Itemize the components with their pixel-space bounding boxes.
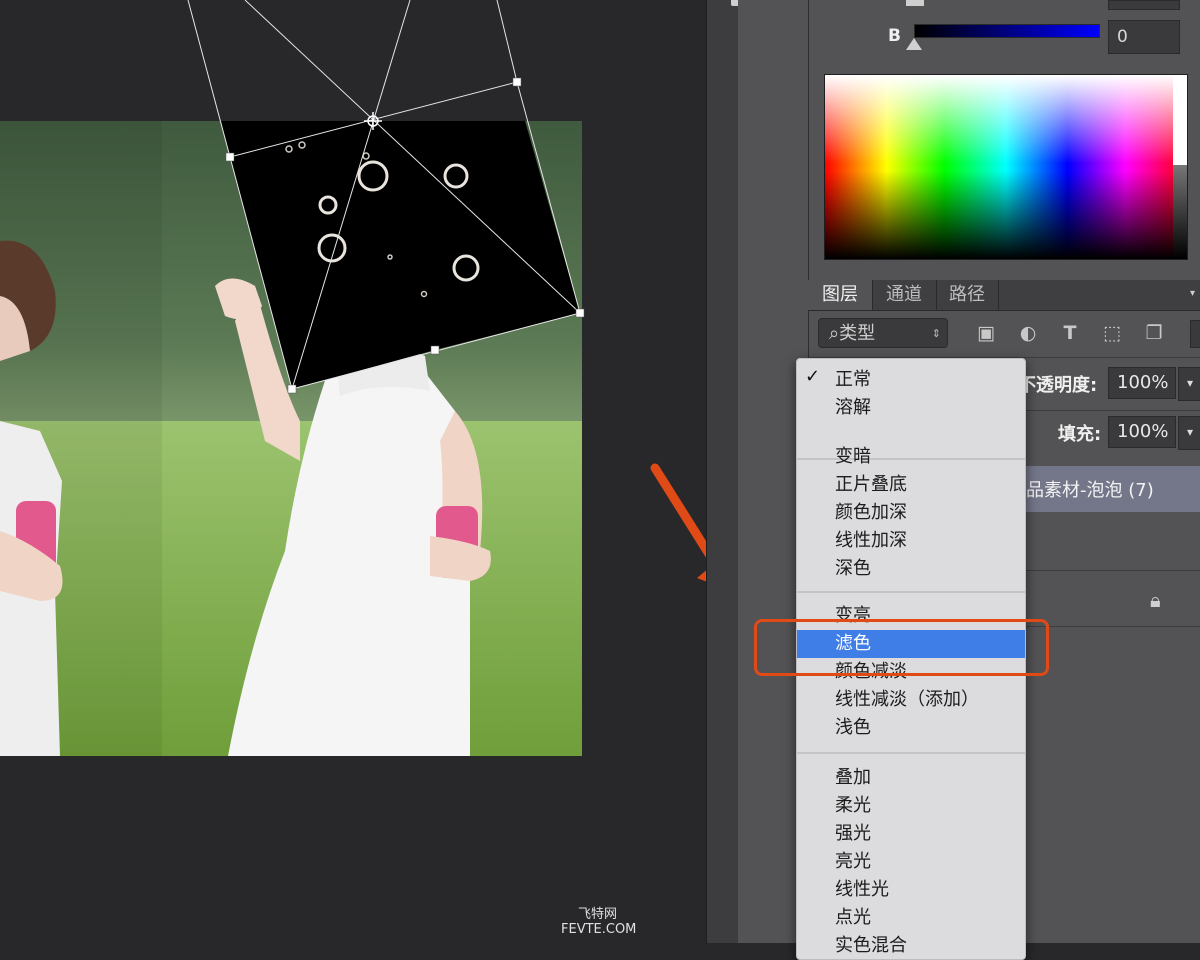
menu-item-darker-color[interactable]: 深色 [797, 555, 1025, 583]
menu-item-multiply[interactable]: 正片叠底 [797, 471, 1025, 499]
transform-overlay[interactable] [0, 0, 706, 943]
menu-item-linear-light[interactable]: 线性光 [797, 876, 1025, 904]
blue-value-field[interactable]: 0 [1108, 20, 1180, 54]
fill-field[interactable]: 100% [1108, 416, 1176, 448]
tab-layers[interactable]: 图层 [808, 280, 873, 310]
menu-item-linear-dodge[interactable]: 线性减淡（添加） [797, 686, 1025, 714]
transform-handle [575, 308, 585, 318]
transform-handle [225, 152, 235, 162]
lock-icon: 🔒︎ [1150, 588, 1161, 612]
menu-separator [797, 591, 1025, 593]
smart-object-filter-icon[interactable]: ❐ [1142, 322, 1166, 344]
bubble-layer [221, 121, 580, 389]
annotation-highlight-box [754, 619, 1049, 676]
fill-label: 填充: [1058, 424, 1102, 445]
color-spectrum[interactable] [824, 74, 1188, 260]
filter-toggle[interactable] [1190, 320, 1200, 348]
tab-paths[interactable]: 路径 [936, 280, 999, 310]
layers-tab-bar: 图层 通道 路径 ▾ [808, 280, 1200, 311]
menu-separator [797, 752, 1025, 754]
menu-item-linear-burn[interactable]: 线性加深 [797, 527, 1025, 555]
tab-channels[interactable]: 通道 [872, 280, 937, 310]
watermark-cn: 飞特网 [578, 907, 618, 922]
blue-slider[interactable] [914, 24, 1100, 38]
type-filter-icon[interactable]: T [1058, 322, 1082, 344]
menu-item-normal[interactable]: 正常 [797, 366, 1025, 394]
pixel-filter-icon[interactable]: ▣ [974, 322, 998, 344]
opacity-field[interactable]: 100% [1108, 367, 1176, 399]
fill-dropdown-icon[interactable]: ▾ [1178, 416, 1200, 450]
blue-slider-thumb[interactable] [906, 38, 922, 50]
divider [1024, 410, 1200, 411]
opacity-label: 不透明度: [1018, 375, 1098, 396]
channel-label: B [888, 26, 901, 46]
panel-menu-icon[interactable]: ▾ [1190, 288, 1195, 299]
select-arrows-icon: ⇕ [931, 327, 941, 340]
shape-filter-icon[interactable]: ⬚ [1100, 322, 1124, 344]
menu-item-pin-light[interactable]: 点光 [797, 904, 1025, 932]
menu-item-hard-light[interactable]: 强光 [797, 820, 1025, 848]
top-channel-field[interactable] [1108, 0, 1180, 10]
menu-item-vivid-light[interactable]: 亮光 [797, 848, 1025, 876]
menu-item-dissolve[interactable]: 溶解 [797, 394, 1025, 422]
menu-item-hard-mix[interactable]: 实色混合 [797, 932, 1025, 960]
adjustment-filter-icon[interactable]: ◐ [1016, 322, 1040, 344]
watermark-en: FEVTE.COM [561, 922, 637, 937]
annotation-arrow-icon [650, 463, 706, 582]
menu-item-color-burn[interactable]: 颜色加深 [797, 499, 1025, 527]
layer-kind-filter[interactable]: ⌕类型 ⇕ [818, 318, 948, 348]
menu-item-overlay[interactable]: 叠加 [797, 764, 1025, 792]
search-icon: ⌕ [829, 323, 840, 344]
transform-handle [430, 345, 440, 355]
transform-handle [287, 384, 297, 394]
menu-item-soft-light[interactable]: 柔光 [797, 792, 1025, 820]
layer-name[interactable]: 品素材-泡泡 (7) [1026, 476, 1154, 502]
menu-item-darken[interactable]: 变暗 [797, 443, 1025, 471]
transform-handle [512, 77, 522, 87]
panel-dock-strip [706, 0, 755, 943]
menu-item-lighter-color[interactable]: 浅色 [797, 714, 1025, 742]
opacity-dropdown-icon[interactable]: ▾ [1178, 367, 1200, 401]
slider-thumb-top[interactable] [906, 0, 924, 6]
